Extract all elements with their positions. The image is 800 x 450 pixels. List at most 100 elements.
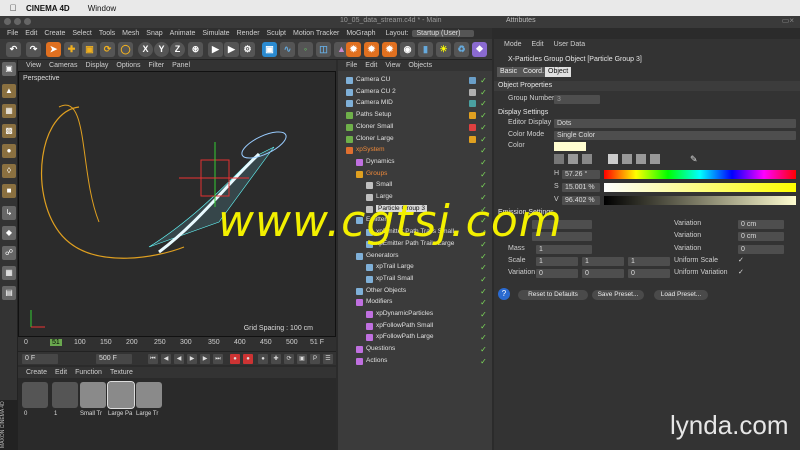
enable-checkbox[interactable]: ✓ bbox=[479, 99, 488, 108]
menu-tools[interactable]: Tools bbox=[99, 30, 115, 37]
enable-checkbox[interactable]: ✓ bbox=[479, 298, 488, 307]
end-frame-field[interactable]: 500 F bbox=[96, 354, 132, 364]
keyframe-selection-icon[interactable]: ● bbox=[258, 354, 268, 364]
object-row[interactable]: Dynamics ✓ bbox=[338, 157, 492, 169]
saturation-slider[interactable] bbox=[604, 183, 796, 192]
material-swatch[interactable] bbox=[52, 382, 78, 408]
uniform-variation-checkbox[interactable]: ✓ bbox=[738, 268, 744, 276]
variation-field-3[interactable]: 0 bbox=[738, 245, 784, 254]
variation-z-field[interactable]: 0 bbox=[628, 269, 670, 278]
eyedropper-icon[interactable]: ✎ bbox=[690, 154, 700, 164]
vp-menu-options[interactable]: Options bbox=[116, 62, 140, 69]
menu-animate[interactable]: Animate bbox=[170, 30, 196, 37]
play-backward-icon[interactable]: ◀ bbox=[174, 354, 184, 364]
material-swatch[interactable] bbox=[80, 382, 106, 408]
object-row[interactable]: Cloner Small ✓ bbox=[338, 122, 492, 134]
color-swatch[interactable] bbox=[554, 142, 586, 151]
enable-checkbox[interactable]: ✓ bbox=[479, 252, 488, 261]
model-mode-icon[interactable]: ▲ bbox=[2, 84, 16, 98]
object-row[interactable]: Groups ✓ bbox=[338, 169, 492, 181]
kelvin-icon[interactable] bbox=[636, 154, 646, 164]
object-tag-icon[interactable] bbox=[469, 112, 476, 120]
obj-menu-file[interactable]: File bbox=[346, 62, 357, 69]
go-to-end-icon[interactable]: ⏭ bbox=[213, 354, 223, 364]
planar-icon[interactable]: ▤ bbox=[2, 286, 16, 300]
points-mode-icon[interactable]: ● bbox=[2, 144, 16, 158]
enable-checkbox[interactable]: ✓ bbox=[479, 158, 488, 167]
key-scale-icon[interactable]: ▣ bbox=[297, 354, 307, 364]
next-key-icon[interactable]: ▶ bbox=[200, 354, 210, 364]
play-icon[interactable]: ▶ bbox=[187, 354, 197, 364]
mat-menu-create[interactable]: Create bbox=[26, 369, 47, 376]
workplane-lock-icon[interactable]: ▦ bbox=[2, 266, 16, 280]
key-rotation-icon[interactable]: ⟳ bbox=[284, 354, 294, 364]
record-icon[interactable]: ● bbox=[230, 354, 240, 364]
xp-generator-icon[interactable]: ✹ bbox=[364, 42, 379, 57]
h-field[interactable]: 57.26 ° bbox=[562, 170, 600, 179]
uniform-scale-checkbox[interactable]: ✓ bbox=[738, 256, 744, 264]
menu-motion-tracker[interactable]: Motion Tracker bbox=[293, 30, 339, 37]
axis-y-button[interactable]: Y bbox=[154, 42, 169, 57]
material-swatch[interactable] bbox=[22, 382, 48, 408]
obj-menu-objects[interactable]: Objects bbox=[408, 62, 432, 69]
reset-defaults-button[interactable]: Reset to Defaults bbox=[518, 290, 588, 300]
enable-checkbox[interactable]: ✓ bbox=[479, 322, 488, 331]
enable-checkbox[interactable]: ✓ bbox=[479, 123, 488, 132]
variation-x-field[interactable]: 0 bbox=[536, 269, 578, 278]
s-field[interactable]: 15.001 % bbox=[562, 183, 600, 192]
object-row[interactable]: Cloner Large ✓ bbox=[338, 134, 492, 146]
mat-menu-function[interactable]: Function bbox=[75, 369, 102, 376]
spectrum-icon[interactable] bbox=[568, 154, 578, 164]
nurbs-icon[interactable]: ◦ bbox=[298, 42, 313, 57]
image-icon[interactable] bbox=[582, 154, 592, 164]
previous-key-icon[interactable]: ◀ bbox=[161, 354, 171, 364]
coordinate-system-icon[interactable]: ⊛ bbox=[188, 42, 203, 57]
vp-menu-panel[interactable]: Panel bbox=[172, 62, 190, 69]
timeline-ruler[interactable]: 0 51 100 150 200 250 300 350 400 450 500… bbox=[18, 337, 336, 351]
apple-icon[interactable]:  bbox=[6, 3, 20, 13]
light-icon[interactable]: ☀ bbox=[436, 42, 451, 57]
object-row[interactable]: Paths Setup ✓ bbox=[338, 110, 492, 122]
hue-slider[interactable] bbox=[604, 170, 796, 179]
help-icon[interactable]: ? bbox=[498, 288, 510, 300]
variation-field-2[interactable]: 0 cm bbox=[738, 232, 784, 241]
menu-edit[interactable]: Edit bbox=[25, 30, 37, 37]
obj-menu-view[interactable]: View bbox=[385, 62, 400, 69]
menu-select[interactable]: Select bbox=[72, 30, 91, 37]
enable-checkbox[interactable]: ✓ bbox=[479, 135, 488, 144]
spline-pen-icon[interactable]: ∿ bbox=[280, 42, 295, 57]
menu-window[interactable]: Window bbox=[88, 4, 116, 13]
panel-close-icon[interactable]: ▭× bbox=[782, 16, 794, 25]
tab-coord[interactable]: Coord. bbox=[520, 67, 548, 77]
enable-checkbox[interactable]: ✓ bbox=[479, 287, 488, 296]
xp-system-icon[interactable]: ◉ bbox=[400, 42, 415, 57]
enable-checkbox[interactable]: ✓ bbox=[479, 88, 488, 97]
enable-checkbox[interactable]: ✓ bbox=[479, 275, 488, 284]
object-row[interactable]: Generators ✓ bbox=[338, 251, 492, 263]
object-tag-icon[interactable] bbox=[469, 77, 476, 84]
attr-menu-edit[interactable]: Edit bbox=[532, 41, 544, 48]
object-row[interactable]: Small ✓ bbox=[338, 180, 492, 192]
menu-file[interactable]: File bbox=[7, 30, 18, 37]
live-selection-icon[interactable]: ➤ bbox=[46, 42, 61, 57]
variation-field-1[interactable]: 0 cm bbox=[738, 220, 784, 229]
object-tag-icon[interactable] bbox=[469, 123, 476, 131]
vp-menu-filter[interactable]: Filter bbox=[149, 62, 165, 69]
vp-menu-cameras[interactable]: Cameras bbox=[49, 62, 77, 69]
menu-sculpt[interactable]: Sculpt bbox=[267, 30, 286, 37]
editor-display-select[interactable]: Dots bbox=[554, 119, 796, 128]
move-icon[interactable]: ✚ bbox=[64, 42, 79, 57]
axis-x-button[interactable]: X bbox=[138, 42, 153, 57]
rgb-icon[interactable] bbox=[622, 154, 632, 164]
color-wheel-icon[interactable] bbox=[554, 154, 564, 164]
object-row[interactable]: xpSystem ✓ bbox=[338, 145, 492, 157]
group-number-field[interactable]: 3 bbox=[554, 95, 600, 104]
snap-icon[interactable]: ☍ bbox=[2, 246, 16, 260]
attr-menu-mode[interactable]: Mode bbox=[504, 41, 522, 48]
object-row[interactable]: xpTrail Large ✓ bbox=[338, 262, 492, 274]
v-field[interactable]: 96.402 % bbox=[562, 196, 600, 205]
object-row[interactable]: Questions ✓ bbox=[338, 344, 492, 356]
hsv-icon[interactable] bbox=[608, 154, 618, 164]
menu-create[interactable]: Create bbox=[44, 30, 65, 37]
object-tag-icon[interactable] bbox=[469, 100, 476, 108]
